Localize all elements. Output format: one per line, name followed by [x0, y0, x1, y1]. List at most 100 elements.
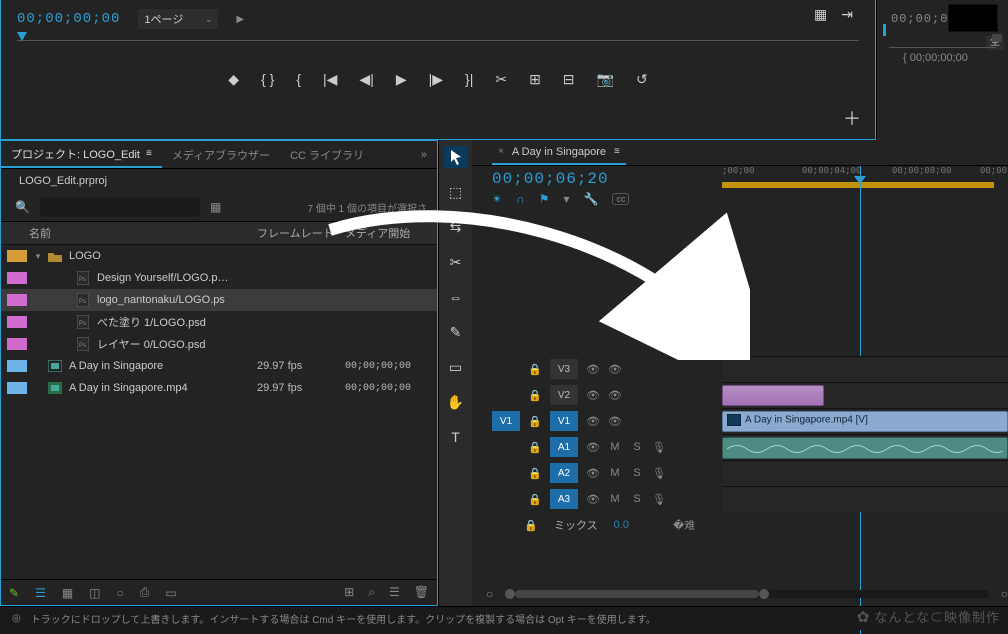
marker-icon[interactable]: ◆ — [228, 71, 239, 88]
header-media-start[interactable]: メディア開始 — [345, 225, 437, 241]
zoom-scroll[interactable] — [505, 590, 989, 598]
track-lane[interactable] — [722, 460, 1008, 486]
type-tool-icon[interactable]: T — [444, 426, 468, 448]
hand-tool-icon[interactable]: ✋ — [444, 391, 468, 413]
timeline-tab[interactable]: × A Day in Singapore ≡ — [492, 140, 626, 165]
settings-wrench-icon[interactable]: 🔧 — [583, 192, 598, 206]
track-target[interactable]: A3 — [550, 489, 578, 509]
project-row[interactable]: Psべた塗り 1/LOGO.psd — [1, 311, 437, 333]
sort-icon[interactable]: ⎙ — [140, 585, 150, 600]
eye-icon[interactable]: 👁 — [608, 415, 622, 428]
snap-icon[interactable]: ✴ — [492, 192, 502, 206]
slip-tool-icon[interactable]: ⇔ — [444, 286, 468, 308]
insert-icon[interactable]: ✂ — [495, 71, 507, 88]
lock-icon[interactable]: 🔒 — [524, 519, 538, 532]
lock-icon[interactable]: 🔒 — [528, 415, 542, 428]
source-time-ruler[interactable] — [17, 40, 859, 60]
clip-graphic[interactable] — [722, 385, 824, 406]
pencil-icon[interactable]: ✎ — [9, 586, 19, 600]
track-lane[interactable] — [722, 382, 1008, 408]
automate-icon[interactable]: ▭ — [165, 586, 176, 600]
source-timecode[interactable]: 00;00;00;00 — [17, 11, 120, 27]
voiceover-icon[interactable]: 🎙 — [652, 493, 666, 506]
freeform-icon[interactable]: ◫ — [89, 586, 100, 600]
header-framerate[interactable]: フレームレート — [257, 225, 345, 241]
lock-icon[interactable]: 🔒 — [528, 493, 542, 506]
list-view-icon[interactable]: ☰ — [35, 586, 46, 600]
track-target[interactable]: V2 — [550, 385, 578, 405]
header-name[interactable]: 名前 — [25, 225, 257, 241]
rectangle-tool-icon[interactable]: ▭ — [444, 356, 468, 378]
play-icon[interactable]: ▶ — [396, 71, 407, 88]
trash-icon[interactable]: 🗑 — [414, 585, 429, 600]
solo-icon[interactable]: S — [630, 441, 644, 453]
solo-icon[interactable]: S — [630, 467, 644, 479]
track-lane[interactable] — [722, 356, 1008, 382]
new-bin-icon[interactable]: ⊞ — [344, 585, 354, 600]
tab-media-browser[interactable]: メディアブラウザー — [162, 141, 280, 168]
toggle-output-icon[interactable]: 👁 — [586, 441, 600, 454]
grid-icon[interactable]: ▦ — [814, 6, 827, 23]
close-icon[interactable]: × — [498, 146, 504, 157]
playhead-icon[interactable] — [854, 176, 866, 184]
source-patch[interactable]: V1 — [492, 411, 520, 431]
program-time-ruler[interactable] — [889, 26, 996, 48]
razor-tool-icon[interactable]: ✂ — [444, 251, 468, 273]
timeline-timecode[interactable]: 00;00;06;20 — [492, 170, 609, 188]
track-lane[interactable] — [722, 486, 1008, 512]
track-target[interactable]: V1 — [550, 411, 578, 431]
track-target[interactable]: A2 — [550, 463, 578, 483]
add-button-icon[interactable]: ＋ — [843, 105, 861, 131]
track-target[interactable]: A1 — [550, 437, 578, 457]
duration-handle-icon[interactable] — [992, 34, 1002, 42]
go-to-out-icon[interactable]: }| — [465, 71, 473, 87]
toggle-output-icon[interactable]: 👁 — [586, 389, 600, 402]
lock-icon[interactable]: 🔒 — [528, 441, 542, 454]
toggle-output-icon[interactable]: 👁 — [586, 493, 600, 506]
in-out-icon[interactable]: { } — [261, 71, 274, 87]
play-icon[interactable]: ▶ — [236, 14, 244, 25]
search-input[interactable] — [40, 197, 200, 217]
mute-icon[interactable]: M — [608, 467, 622, 479]
project-row[interactable]: Pslogo_nantonaku/LOGO.ps — [1, 289, 437, 311]
magnet-icon[interactable]: ∩ — [516, 192, 525, 206]
track-lane[interactable]: A Day in Singapore.mp4 [V] — [722, 408, 1008, 434]
export-frame-icon[interactable]: ⊟ — [563, 71, 575, 88]
mute-icon[interactable]: M — [608, 441, 622, 453]
disclosure-icon[interactable]: ▾ — [31, 251, 45, 262]
project-row[interactable]: ▾LOGO — [1, 245, 437, 267]
mix-value[interactable]: 0.0 — [614, 519, 629, 531]
step-back-icon[interactable]: ◀| — [359, 71, 373, 88]
clip-video[interactable]: A Day in Singapore.mp4 [V] — [722, 411, 1008, 432]
project-row[interactable]: A Day in Singapore.mp429.97 fps00;00;00;… — [1, 377, 437, 399]
track-lane[interactable] — [722, 434, 1008, 460]
overwrite-icon[interactable]: ⊞ — [529, 71, 541, 88]
page-dropdown[interactable]: 1ページ ⌄ — [138, 9, 218, 29]
reset-icon[interactable]: ↺ — [636, 71, 648, 88]
mute-icon[interactable]: M — [608, 493, 622, 505]
captions-icon[interactable]: cc — [612, 193, 629, 205]
icon-view-icon[interactable]: ▦ — [62, 586, 73, 600]
toggle-output-icon[interactable]: 👁 — [586, 363, 600, 376]
new-item-icon[interactable]: ☰ — [389, 585, 400, 600]
tabs-overflow-icon[interactable]: » — [411, 149, 437, 161]
track-select-tool-icon[interactable]: ⬚ — [444, 181, 468, 203]
pan-icon[interactable]: �难 — [673, 517, 695, 533]
lock-icon[interactable]: 🔒 — [528, 389, 542, 402]
lock-icon[interactable]: 🔒 — [528, 363, 542, 376]
eye-icon[interactable]: 👁 — [608, 363, 622, 376]
pen-tool-icon[interactable]: ✎ — [444, 321, 468, 343]
step-forward-icon[interactable]: ⇥ — [841, 6, 853, 23]
zoom-slider-icon[interactable]: ○ — [117, 586, 124, 600]
clip-audio[interactable] — [722, 437, 1008, 459]
playhead-marker-icon[interactable] — [17, 32, 27, 41]
voiceover-icon[interactable]: 🎙 — [652, 441, 666, 454]
find-icon[interactable]: ⌕ — [368, 585, 375, 600]
track-target[interactable]: V3 — [550, 359, 578, 379]
eye-icon[interactable]: 👁 — [608, 389, 622, 402]
go-to-in-icon[interactable]: |◀ — [323, 71, 337, 88]
project-list[interactable]: ▾LOGOPsDesign Yourself/LOGO.p…Pslogo_nan… — [1, 245, 437, 579]
project-row[interactable]: Psレイヤー 0/LOGO.psd — [1, 333, 437, 355]
in-icon[interactable]: { — [296, 71, 301, 87]
tab-project[interactable]: プロジェクト: LOGO_Edit≡ — [1, 141, 162, 168]
